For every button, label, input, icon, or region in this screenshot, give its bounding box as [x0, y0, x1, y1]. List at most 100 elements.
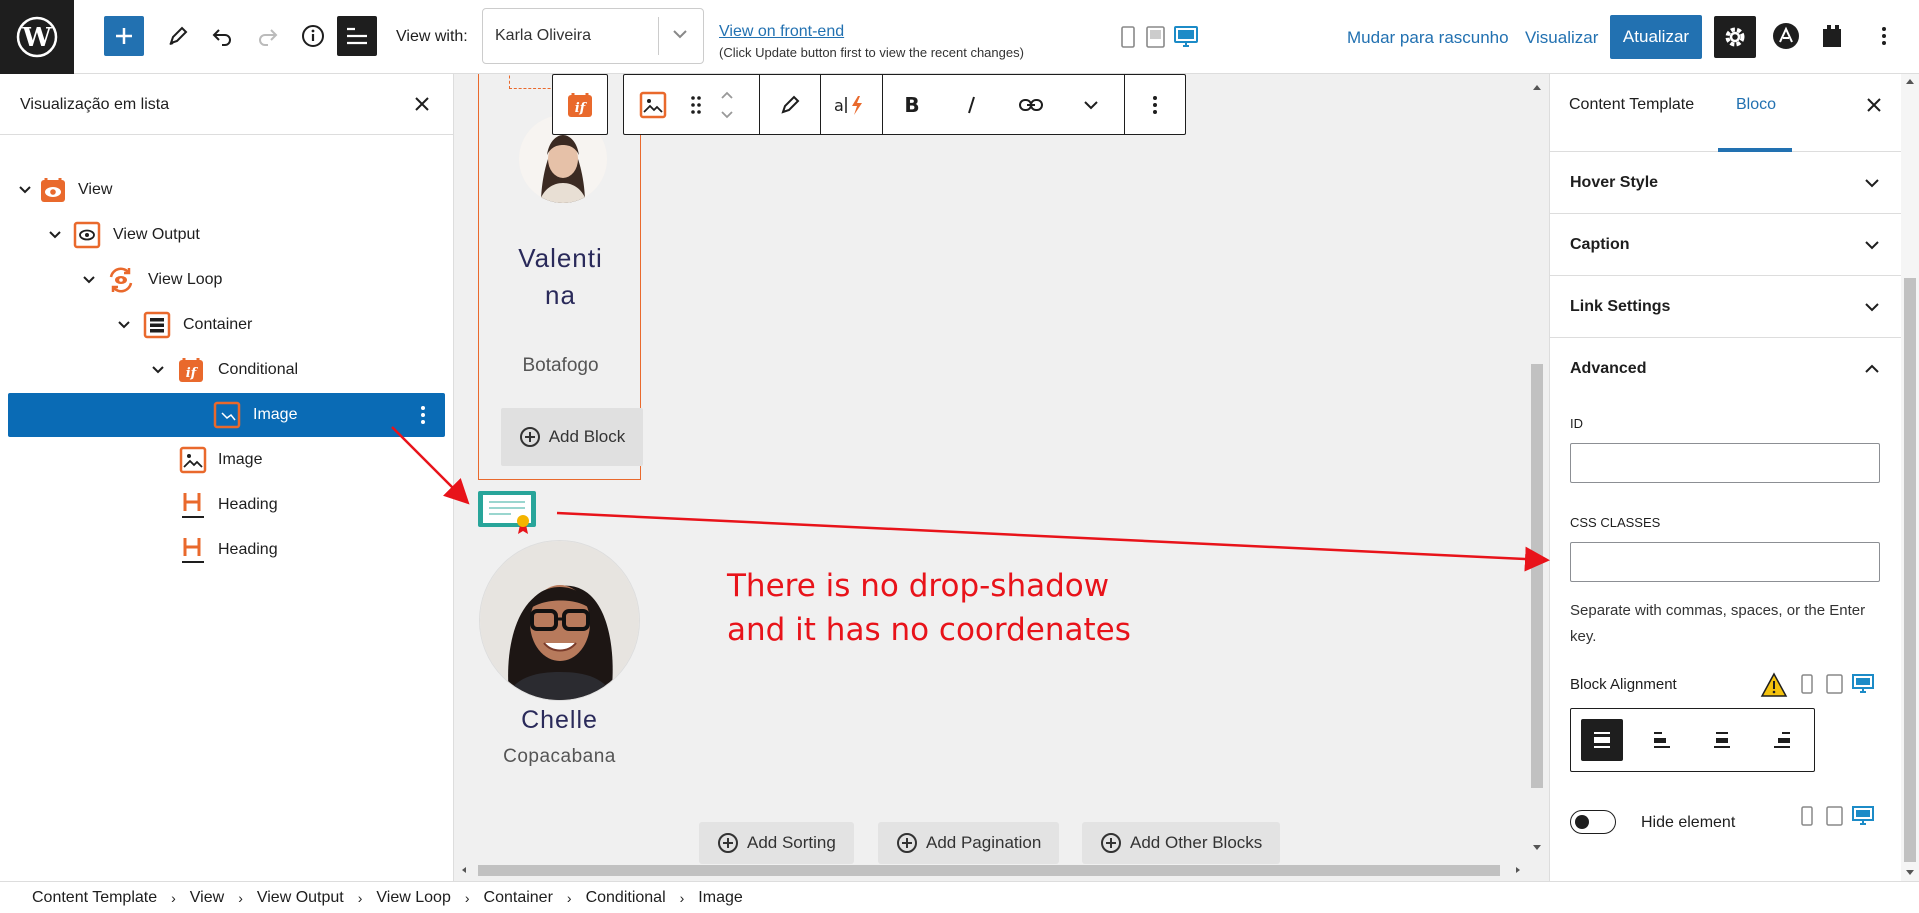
align-center-icon[interactable]: [1701, 719, 1743, 761]
redo-icon[interactable]: [248, 16, 288, 56]
breadcrumb-item[interactable]: View Output: [257, 889, 344, 907]
align-full-icon[interactable]: [1581, 719, 1623, 761]
breadcrumb-item[interactable]: View: [190, 889, 224, 907]
tree-item-container[interactable]: Container: [8, 303, 445, 347]
tablet-preview-icon[interactable]: [1826, 674, 1844, 699]
breadcrumb-item[interactable]: Image: [698, 889, 742, 907]
tree-item-label: Image: [253, 406, 298, 423]
block-options-icon[interactable]: [1125, 75, 1185, 134]
desktop-preview-icon[interactable]: [1852, 806, 1874, 831]
undo-icon[interactable]: [202, 16, 242, 56]
dynamic-source-icon[interactable]: a: [821, 75, 881, 134]
chevron-down-icon[interactable]: [48, 228, 62, 242]
chevron-down-icon[interactable]: [1061, 75, 1121, 134]
canvas-horizontal-scrollbar[interactable]: [458, 862, 1528, 878]
image-block-icon[interactable]: [624, 75, 682, 134]
chevron-down-icon: [1864, 176, 1880, 195]
bold-icon[interactable]: B: [883, 75, 941, 134]
align-left-icon[interactable]: [1641, 719, 1683, 761]
view-with-label: View with:: [396, 28, 468, 45]
close-icon[interactable]: [1866, 92, 1882, 120]
link-icon[interactable]: [1001, 75, 1061, 134]
chevron-down-icon[interactable]: [117, 318, 131, 332]
tree-item-label: Heading: [218, 541, 278, 558]
tree-item-image[interactable]: Image: [8, 438, 445, 482]
id-label: ID: [1570, 416, 1583, 431]
add-pagination-button[interactable]: Add Pagination: [878, 822, 1060, 864]
canvas-vertical-scrollbar[interactable]: [1529, 80, 1545, 855]
tree-item-view-loop[interactable]: View Loop: [8, 258, 445, 302]
edit-pencil-icon[interactable]: [760, 75, 820, 134]
tablet-preview-icon[interactable]: [1826, 806, 1844, 831]
desktop-preview-icon[interactable]: [1852, 674, 1874, 699]
tab-content-template[interactable]: Content Template: [1569, 96, 1694, 114]
tree-item-heading[interactable]: Heading: [8, 528, 445, 572]
settings-gear-icon[interactable]: [1714, 16, 1756, 58]
tree-item-label: Image: [218, 451, 263, 468]
add-block-button[interactable]: [104, 16, 144, 56]
panel-hover-style[interactable]: Hover Style: [1550, 152, 1902, 214]
astra-logo-icon[interactable]: [1766, 16, 1806, 56]
select-parent-button[interactable]: if: [552, 74, 608, 135]
breadcrumb-item[interactable]: Container: [484, 889, 553, 907]
tree-item-view[interactable]: View: [8, 168, 445, 212]
list-view-toggle-icon[interactable]: [337, 16, 377, 56]
mobile-preview-icon[interactable]: [1800, 806, 1814, 831]
block-alignment-label: Block Alignment: [1570, 676, 1677, 693]
chevron-down-icon: [1864, 300, 1880, 319]
plugin-block-icon[interactable]: [1812, 16, 1852, 56]
block-alignment-group: [1570, 708, 1815, 772]
view-with-select[interactable]: Karla Oliveira: [482, 8, 704, 64]
certificate-image-icon[interactable]: [477, 490, 539, 543]
tree-item-heading[interactable]: Heading: [8, 483, 445, 527]
switch-to-draft-link[interactable]: Mudar para rascunho: [1347, 28, 1509, 48]
drag-handle-icon[interactable]: [682, 75, 710, 134]
chevron-down-icon: [1864, 238, 1880, 257]
desktop-preview-icon[interactable]: [1174, 26, 1198, 53]
tab-block[interactable]: Bloco: [1736, 96, 1776, 114]
block-toolbar: if a B: [552, 74, 1186, 135]
panel-caption[interactable]: Caption: [1550, 214, 1902, 276]
item-options-icon[interactable]: [420, 404, 426, 431]
more-options-icon[interactable]: [1864, 16, 1904, 56]
add-sorting-button[interactable]: Add Sorting: [699, 822, 854, 864]
mobile-preview-icon[interactable]: [1800, 674, 1814, 699]
breadcrumb-item[interactable]: Content Template: [32, 889, 157, 907]
tree-item-label: Heading: [218, 496, 278, 513]
list-view-title: Visualização em lista: [20, 96, 170, 113]
tablet-preview-icon[interactable]: [1146, 26, 1166, 53]
update-button[interactable]: Atualizar: [1610, 15, 1702, 59]
chevron-down-icon[interactable]: [18, 183, 32, 197]
preview-link[interactable]: Visualizar: [1525, 28, 1598, 48]
container-icon: [142, 310, 172, 340]
panel-advanced[interactable]: Advanced: [1550, 338, 1902, 400]
align-right-icon[interactable]: [1761, 719, 1803, 761]
panel-link-settings[interactable]: Link Settings: [1550, 276, 1902, 338]
add-block-inline-button[interactable]: Add Block: [501, 408, 643, 466]
italic-icon[interactable]: [941, 75, 1001, 134]
conditional-icon: if: [553, 75, 607, 134]
svg-text:W: W: [21, 23, 52, 53]
close-icon[interactable]: [414, 92, 430, 118]
view-on-front-end-link[interactable]: View on front-end: [719, 23, 844, 41]
tree-item-conditional[interactable]: if Conditional: [8, 348, 445, 392]
details-info-icon[interactable]: [293, 16, 333, 56]
avatar-chelle[interactable]: [479, 540, 640, 701]
settings-tabs: Content Template Bloco: [1550, 74, 1919, 152]
wordpress-logo-icon[interactable]: W: [0, 0, 74, 74]
add-other-blocks-button[interactable]: Add Other Blocks: [1082, 822, 1281, 864]
settings-scrollbar[interactable]: [1901, 74, 1919, 881]
tree-item-image-selected[interactable]: Image: [8, 393, 445, 437]
chevron-down-icon[interactable]: [82, 273, 96, 287]
annotation-line: and it has no coordenates: [727, 612, 1131, 648]
css-classes-input[interactable]: [1570, 542, 1880, 582]
hide-element-toggle[interactable]: [1570, 810, 1616, 834]
chevron-down-icon[interactable]: [151, 363, 165, 377]
breadcrumb-item[interactable]: View Loop: [376, 889, 450, 907]
breadcrumb-item[interactable]: Conditional: [586, 889, 666, 907]
mobile-preview-icon[interactable]: [1120, 26, 1136, 53]
tree-item-view-output[interactable]: View Output: [8, 213, 445, 257]
move-up-down-icon[interactable]: [712, 75, 742, 134]
id-input[interactable]: [1570, 443, 1880, 483]
edit-tool-pencil-icon[interactable]: [158, 16, 198, 56]
